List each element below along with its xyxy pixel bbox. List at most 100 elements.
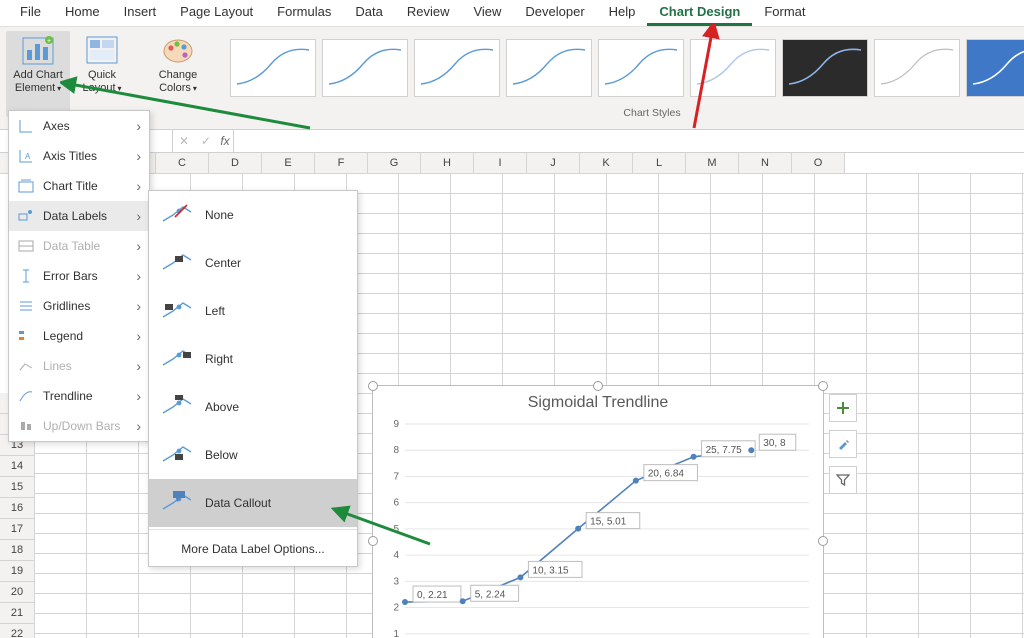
menu-item-data-labels[interactable]: Data Labels xyxy=(9,201,149,231)
tab-page-layout[interactable]: Page Layout xyxy=(168,0,265,26)
col-header[interactable]: K xyxy=(580,153,633,173)
tab-format[interactable]: Format xyxy=(752,0,817,26)
quick-layout-button[interactable]: Quick Layout▾ xyxy=(70,31,134,117)
tab-review[interactable]: Review xyxy=(395,0,462,26)
submenu-item-center[interactable]: Center xyxy=(149,239,357,287)
data-callout[interactable]: 30, 8 xyxy=(759,434,796,450)
submenu-item-right[interactable]: Right xyxy=(149,335,357,383)
menu-item-label: Data Table xyxy=(43,239,100,253)
menu-item-label: Error Bars xyxy=(43,269,98,283)
chart-filter-button[interactable] xyxy=(829,466,857,494)
tab-help[interactable]: Help xyxy=(597,0,648,26)
data-callout[interactable]: 0, 2.21 xyxy=(413,586,461,602)
col-header[interactable]: F xyxy=(315,153,368,173)
col-header[interactable]: G xyxy=(368,153,421,173)
style-thumb[interactable] xyxy=(506,39,592,97)
more-data-label-options[interactable]: More Data Label Options... xyxy=(149,532,357,566)
menu-item-axis-titles[interactable]: AAxis Titles xyxy=(9,141,149,171)
submenu-item-above[interactable]: Above xyxy=(149,383,357,431)
col-header[interactable]: O xyxy=(792,153,845,173)
svg-text:3: 3 xyxy=(393,576,399,587)
tab-formulas[interactable]: Formulas xyxy=(265,0,343,26)
col-header[interactable]: L xyxy=(633,153,686,173)
style-thumb[interactable] xyxy=(782,39,868,97)
style-thumb[interactable] xyxy=(874,39,960,97)
tab-file[interactable]: File xyxy=(8,0,53,26)
tab-developer[interactable]: Developer xyxy=(513,0,596,26)
col-header[interactable]: J xyxy=(527,153,580,173)
change-colors-button[interactable]: Change Colors▾ xyxy=(146,31,210,117)
svg-text:8: 8 xyxy=(393,445,399,456)
row-header[interactable]: 21 xyxy=(0,603,35,624)
style-thumb[interactable] xyxy=(690,39,776,97)
col-header[interactable]: H xyxy=(421,153,474,173)
tab-view[interactable]: View xyxy=(461,0,513,26)
data-callout[interactable]: 25, 7.75 xyxy=(702,441,756,457)
quick-layout-label: Quick Layout xyxy=(82,69,116,94)
add-chart-element-menu: AxesAAxis Titles Chart Title Data Labels Da… xyxy=(8,110,150,442)
menu-icon xyxy=(17,267,35,285)
style-thumb[interactable] xyxy=(414,39,500,97)
menu-item-axes[interactable]: Axes xyxy=(9,111,149,141)
menu-icon xyxy=(17,237,35,255)
menu-item-gridlines[interactable]: Gridlines xyxy=(9,291,149,321)
submenu-icon xyxy=(161,395,191,419)
col-header[interactable]: E xyxy=(262,153,315,173)
data-callout[interactable]: 15, 5.01 xyxy=(586,513,640,529)
tab-chart-design[interactable]: Chart Design xyxy=(647,0,752,26)
style-thumb[interactable] xyxy=(230,39,316,97)
tab-home[interactable]: Home xyxy=(53,0,112,26)
submenu-item-label: Right xyxy=(205,352,233,366)
formula-input[interactable] xyxy=(233,130,1024,152)
col-header[interactable]: N xyxy=(739,153,792,173)
tab-data[interactable]: Data xyxy=(343,0,394,26)
menu-icon xyxy=(17,117,35,135)
check-icon[interactable]: ✓ xyxy=(195,134,217,148)
col-header[interactable]: I xyxy=(474,153,527,173)
style-thumb[interactable] xyxy=(322,39,408,97)
row-header[interactable]: 17 xyxy=(0,519,35,540)
col-header[interactable]: M xyxy=(686,153,739,173)
row-header[interactable]: 14 xyxy=(0,456,35,477)
svg-text:9: 9 xyxy=(393,420,399,430)
col-header[interactable]: D xyxy=(209,153,262,173)
formula-bar: ✕ ✓ fx xyxy=(0,130,1024,153)
menu-item-trendline[interactable]: Trendline xyxy=(9,381,149,411)
submenu-item-left[interactable]: Left xyxy=(149,287,357,335)
submenu-item-label: Center xyxy=(205,256,241,270)
menu-item-error-bars[interactable]: Error Bars xyxy=(9,261,149,291)
row-header[interactable]: 22 xyxy=(0,624,35,638)
row-header[interactable]: 16 xyxy=(0,498,35,519)
embedded-chart[interactable]: Sigmoidal Trendline 01234567890510152025… xyxy=(372,385,824,638)
fx-label[interactable]: fx xyxy=(217,134,233,148)
chart-brush-button[interactable] xyxy=(829,430,857,458)
data-callout[interactable]: 20, 6.84 xyxy=(644,465,698,481)
row-header[interactable]: 15 xyxy=(0,477,35,498)
submenu-icon xyxy=(161,251,191,275)
data-callout[interactable]: 10, 3.15 xyxy=(528,561,582,577)
menu-icon xyxy=(17,327,35,345)
tab-insert[interactable]: Insert xyxy=(112,0,169,26)
chart-plot: 012345678905101520253035 0, 2.21 5, 2.24… xyxy=(373,420,823,638)
row-header[interactable]: 18 xyxy=(0,540,35,561)
cancel-icon[interactable]: ✕ xyxy=(173,134,195,148)
style-thumb[interactable] xyxy=(598,39,684,97)
chart-styles-gallery[interactable]: ▴▾☰ xyxy=(222,31,1024,105)
chart-plus-button[interactable] xyxy=(829,394,857,422)
add-chart-element-button[interactable]: + Add Chart Element▾ xyxy=(6,31,70,117)
chart-title[interactable]: Sigmoidal Trendline xyxy=(373,386,823,420)
data-callout[interactable]: 5, 2.24 xyxy=(471,585,519,601)
menu-icon xyxy=(17,207,35,225)
menu-item-legend[interactable]: Legend xyxy=(9,321,149,351)
row-header[interactable]: 19 xyxy=(0,561,35,582)
submenu-item-none[interactable]: None xyxy=(149,191,357,239)
menu-item-chart-title[interactable]: Chart Title xyxy=(9,171,149,201)
menu-item-data-table: Data Table xyxy=(9,231,149,261)
submenu-item-below[interactable]: Below xyxy=(149,431,357,479)
style-thumb[interactable] xyxy=(966,39,1024,97)
menu-item-label: Chart Title xyxy=(43,179,98,193)
row-header[interactable]: 20 xyxy=(0,582,35,603)
col-header[interactable]: C xyxy=(156,153,209,173)
submenu-item-data-callout[interactable]: Data Callout xyxy=(149,479,357,527)
submenu-item-label: Left xyxy=(205,304,225,318)
